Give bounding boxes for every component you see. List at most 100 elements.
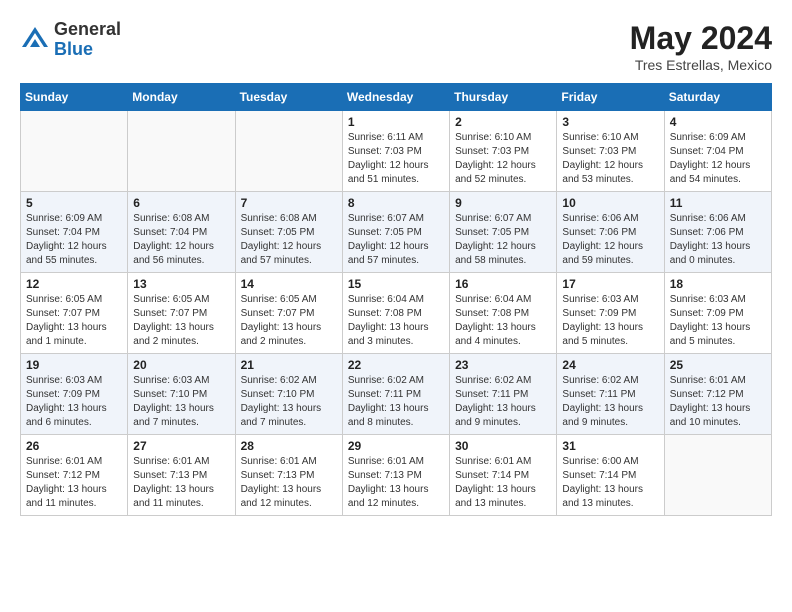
day-number: 29 bbox=[348, 439, 444, 453]
day-number: 19 bbox=[26, 358, 122, 372]
day-info: Sunrise: 6:02 AM Sunset: 7:11 PM Dayligh… bbox=[348, 374, 444, 430]
calendar-day-cell: 12 Sunrise: 6:05 AM Sunset: 7:07 PM Dayli… bbox=[21, 273, 128, 354]
calendar-day-cell: 4Sunrise: 6:09 AM Sunset: 7:04 PM Daylig… bbox=[664, 111, 771, 192]
day-info: Sunrise: 6:05 AM Sunset: 7:07 PM Dayligh… bbox=[26, 293, 122, 349]
day-number: 18 bbox=[670, 277, 766, 291]
calendar-day-cell: 23Sunrise: 6:02 AM Sunset: 7:11 PM Dayli… bbox=[450, 354, 557, 435]
calendar-table: SundayMondayTuesdayWednesdayThursdayFrid… bbox=[20, 83, 772, 516]
calendar-day-cell: 8Sunrise: 6:07 AM Sunset: 7:05 PM Daylig… bbox=[342, 192, 449, 273]
day-info: Sunrise: 6:10 AM Sunset: 7:03 PM Dayligh… bbox=[562, 131, 658, 187]
day-info: Sunrise: 6:04 AM Sunset: 7:08 PM Dayligh… bbox=[455, 293, 551, 349]
calendar-day-cell: 15Sunrise: 6:04 AM Sunset: 7:08 PM Dayli… bbox=[342, 273, 449, 354]
weekday-header: Friday bbox=[557, 84, 664, 111]
day-number: 12 bbox=[26, 277, 122, 291]
page-header: General Blue May 2024 Tres Estrellas, Me… bbox=[20, 20, 772, 73]
logo-general: General bbox=[54, 20, 121, 40]
day-number: 3 bbox=[562, 115, 658, 129]
day-info: Sunrise: 6:08 AM Sunset: 7:04 PM Dayligh… bbox=[133, 212, 229, 268]
day-info: Sunrise: 6:08 AM Sunset: 7:05 PM Dayligh… bbox=[241, 212, 337, 268]
day-info: Sunrise: 6:02 AM Sunset: 7:10 PM Dayligh… bbox=[241, 374, 337, 430]
day-number: 28 bbox=[241, 439, 337, 453]
weekday-header: Sunday bbox=[21, 84, 128, 111]
day-info: Sunrise: 6:01 AM Sunset: 7:13 PM Dayligh… bbox=[133, 455, 229, 511]
weekday-header: Saturday bbox=[664, 84, 771, 111]
day-info: Sunrise: 6:02 AM Sunset: 7:11 PM Dayligh… bbox=[455, 374, 551, 430]
calendar-day-cell bbox=[128, 111, 235, 192]
day-number: 30 bbox=[455, 439, 551, 453]
calendar-day-cell: 7 Sunrise: 6:08 AM Sunset: 7:05 PM Daylig… bbox=[235, 192, 342, 273]
day-number: 2 bbox=[455, 115, 551, 129]
calendar-week-row: 26Sunrise: 6:01 AM Sunset: 7:12 PM Dayli… bbox=[21, 435, 772, 516]
day-info: Sunrise: 6:05 AM Sunset: 7:07 PM Dayligh… bbox=[133, 293, 229, 349]
logo-blue: Blue bbox=[54, 40, 121, 60]
day-number: 24 bbox=[562, 358, 658, 372]
day-number: 1 bbox=[348, 115, 444, 129]
day-number: 7 bbox=[241, 196, 337, 210]
day-info: Sunrise: 6:01 AM Sunset: 7:13 PM Dayligh… bbox=[241, 455, 337, 511]
day-info: Sunrise: 6:09 AM Sunset: 7:04 PM Dayligh… bbox=[26, 212, 122, 268]
calendar-day-cell bbox=[664, 435, 771, 516]
day-number: 15 bbox=[348, 277, 444, 291]
calendar-day-cell: 3 Sunrise: 6:10 AM Sunset: 7:03 PM Daylig… bbox=[557, 111, 664, 192]
calendar-day-cell: 13Sunrise: 6:05 AM Sunset: 7:07 PM Dayli… bbox=[128, 273, 235, 354]
day-info: Sunrise: 6:03 AM Sunset: 7:09 PM Dayligh… bbox=[562, 293, 658, 349]
logo-text: General Blue bbox=[54, 20, 121, 60]
day-info: Sunrise: 6:06 AM Sunset: 7:06 PM Dayligh… bbox=[670, 212, 766, 268]
day-number: 31 bbox=[562, 439, 658, 453]
day-number: 8 bbox=[348, 196, 444, 210]
day-number: 21 bbox=[241, 358, 337, 372]
calendar-day-cell: 31 Sunrise: 6:00 AM Sunset: 7:14 PM Dayli… bbox=[557, 435, 664, 516]
calendar-week-row: 5 Sunrise: 6:09 AM Sunset: 7:04 PM Daylig… bbox=[21, 192, 772, 273]
day-number: 9 bbox=[455, 196, 551, 210]
day-number: 4 bbox=[670, 115, 766, 129]
calendar-day-cell: 28 Sunrise: 6:01 AM Sunset: 7:13 PM Dayli… bbox=[235, 435, 342, 516]
calendar-day-cell: 24 Sunrise: 6:02 AM Sunset: 7:11 PM Dayli… bbox=[557, 354, 664, 435]
weekday-header: Tuesday bbox=[235, 84, 342, 111]
weekday-header: Monday bbox=[128, 84, 235, 111]
day-info: Sunrise: 6:03 AM Sunset: 7:09 PM Dayligh… bbox=[26, 374, 122, 430]
calendar-day-cell: 26Sunrise: 6:01 AM Sunset: 7:12 PM Dayli… bbox=[21, 435, 128, 516]
day-number: 10 bbox=[562, 196, 658, 210]
day-info: Sunrise: 6:02 AM Sunset: 7:11 PM Dayligh… bbox=[562, 374, 658, 430]
weekday-header: Wednesday bbox=[342, 84, 449, 111]
day-number: 16 bbox=[455, 277, 551, 291]
day-info: Sunrise: 6:03 AM Sunset: 7:09 PM Dayligh… bbox=[670, 293, 766, 349]
day-info: Sunrise: 6:11 AM Sunset: 7:03 PM Dayligh… bbox=[348, 131, 444, 187]
calendar-day-cell: 9 Sunrise: 6:07 AM Sunset: 7:05 PM Daylig… bbox=[450, 192, 557, 273]
calendar-day-cell bbox=[21, 111, 128, 192]
calendar-day-cell: 30 Sunrise: 6:01 AM Sunset: 7:14 PM Dayli… bbox=[450, 435, 557, 516]
location: Tres Estrellas, Mexico bbox=[630, 57, 772, 73]
calendar-day-cell bbox=[235, 111, 342, 192]
day-info: Sunrise: 6:01 AM Sunset: 7:12 PM Dayligh… bbox=[670, 374, 766, 430]
calendar-day-cell: 19 Sunrise: 6:03 AM Sunset: 7:09 PM Dayli… bbox=[21, 354, 128, 435]
calendar-day-cell: 16 Sunrise: 6:04 AM Sunset: 7:08 PM Dayli… bbox=[450, 273, 557, 354]
day-info: Sunrise: 6:01 AM Sunset: 7:14 PM Dayligh… bbox=[455, 455, 551, 511]
day-number: 22 bbox=[348, 358, 444, 372]
calendar-day-cell: 21 Sunrise: 6:02 AM Sunset: 7:10 PM Dayli… bbox=[235, 354, 342, 435]
calendar-day-cell: 17 Sunrise: 6:03 AM Sunset: 7:09 PM Dayli… bbox=[557, 273, 664, 354]
calendar-day-cell: 22 Sunrise: 6:02 AM Sunset: 7:11 PM Dayli… bbox=[342, 354, 449, 435]
title-area: May 2024 Tres Estrellas, Mexico bbox=[630, 20, 772, 73]
day-info: Sunrise: 6:07 AM Sunset: 7:05 PM Dayligh… bbox=[455, 212, 551, 268]
day-number: 25 bbox=[670, 358, 766, 372]
day-number: 17 bbox=[562, 277, 658, 291]
calendar-day-cell: 6 Sunrise: 6:08 AM Sunset: 7:04 PM Daylig… bbox=[128, 192, 235, 273]
day-info: Sunrise: 6:05 AM Sunset: 7:07 PM Dayligh… bbox=[241, 293, 337, 349]
day-number: 26 bbox=[26, 439, 122, 453]
day-number: 6 bbox=[133, 196, 229, 210]
day-number: 5 bbox=[26, 196, 122, 210]
calendar-day-cell: 25 Sunrise: 6:01 AM Sunset: 7:12 PM Dayli… bbox=[664, 354, 771, 435]
calendar-day-cell: 10 Sunrise: 6:06 AM Sunset: 7:06 PM Dayli… bbox=[557, 192, 664, 273]
calendar-day-cell: 20Sunrise: 6:03 AM Sunset: 7:10 PM Dayli… bbox=[128, 354, 235, 435]
day-info: Sunrise: 6:06 AM Sunset: 7:06 PM Dayligh… bbox=[562, 212, 658, 268]
calendar-week-row: 19 Sunrise: 6:03 AM Sunset: 7:09 PM Dayli… bbox=[21, 354, 772, 435]
day-info: Sunrise: 6:01 AM Sunset: 7:13 PM Dayligh… bbox=[348, 455, 444, 511]
day-info: Sunrise: 6:10 AM Sunset: 7:03 PM Dayligh… bbox=[455, 131, 551, 187]
calendar-week-row: 1 Sunrise: 6:11 AM Sunset: 7:03 PM Daylig… bbox=[21, 111, 772, 192]
calendar-header-row: SundayMondayTuesdayWednesdayThursdayFrid… bbox=[21, 84, 772, 111]
calendar-day-cell: 2 Sunrise: 6:10 AM Sunset: 7:03 PM Daylig… bbox=[450, 111, 557, 192]
day-number: 27 bbox=[133, 439, 229, 453]
weekday-header: Thursday bbox=[450, 84, 557, 111]
day-info: Sunrise: 6:00 AM Sunset: 7:14 PM Dayligh… bbox=[562, 455, 658, 511]
logo-icon bbox=[20, 25, 50, 55]
